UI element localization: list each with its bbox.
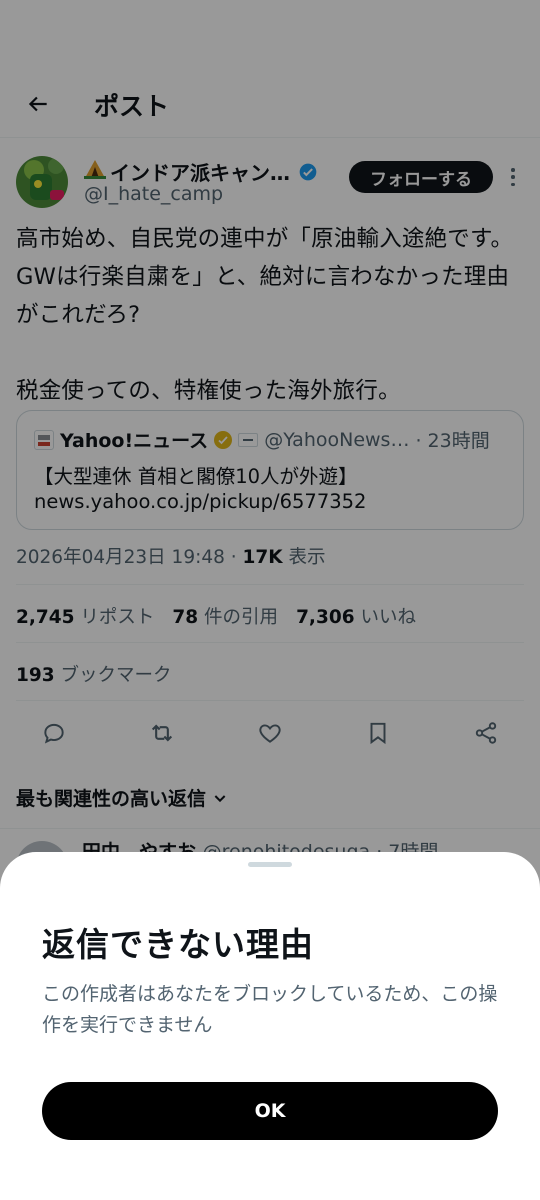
sheet-message: この作成者はあなたをブロックしているため、この操作を実行できません — [42, 983, 498, 1036]
ok-button[interactable]: OK — [42, 1082, 498, 1140]
cannot-reply-bottom-sheet: 返信できない理由 この作成者はあなたをブロックしているため、この操作を実行できま… — [0, 852, 540, 1200]
sheet-drag-handle[interactable] — [248, 862, 292, 867]
sheet-title: 返信できない理由 — [42, 925, 314, 964]
